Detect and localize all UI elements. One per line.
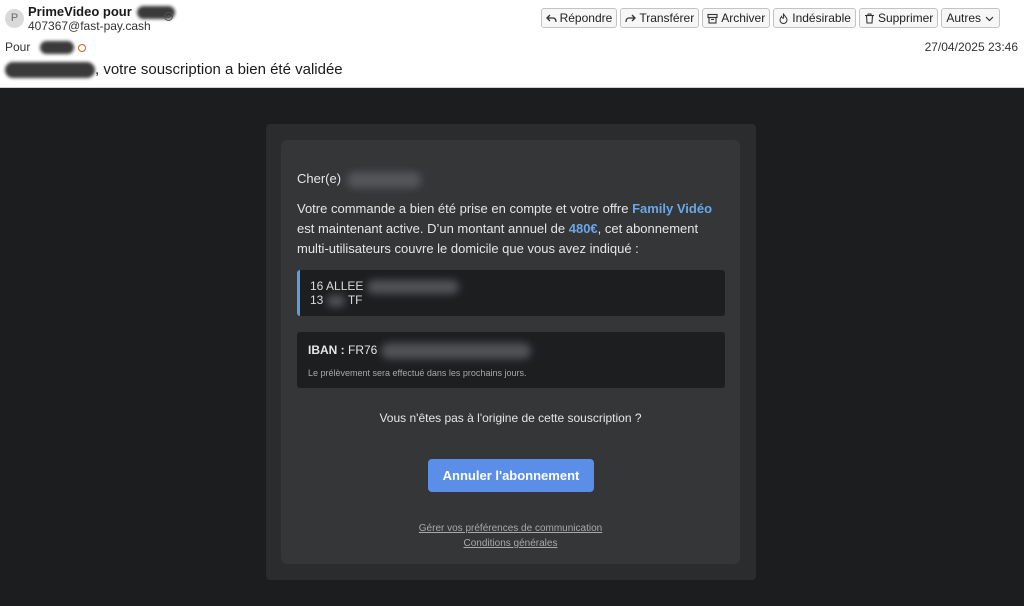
forward-label: Transférer <box>639 11 695 25</box>
address-street: 16 ALLEE <box>310 279 364 294</box>
forward-icon <box>625 13 637 24</box>
terms-link[interactable]: Conditions générales <box>281 538 740 549</box>
cancel-subscription-button[interactable]: Annuler l'abonnement <box>428 459 594 492</box>
subject-text: , votre souscription a bien été validée <box>95 61 343 78</box>
sender-avatar: P <box>5 9 24 28</box>
flame-icon <box>778 12 789 24</box>
paragraph-text-2: est maintenant active. D’un montant annu… <box>297 221 569 236</box>
delete-label: Supprimer <box>877 11 934 25</box>
redacted-recipient[interactable] <box>39 41 74 55</box>
paragraph-text-1: Votre commande a bien été prise en compt… <box>297 201 633 216</box>
iban-box: IBAN : FR76 Le prélèvement sera effectué… <box>297 332 725 388</box>
redacted-postcode <box>326 294 345 307</box>
redacted-customer-name <box>346 171 421 188</box>
offer-name: Family Vidéo <box>632 201 713 216</box>
greeting: Cher(e) <box>297 171 421 188</box>
more-button[interactable]: Autres <box>941 8 1000 28</box>
redacted-subject-name <box>5 62 95 79</box>
address-city: TF <box>347 293 363 307</box>
address-postcode: 13 <box>310 293 324 307</box>
redacted-address <box>366 280 459 294</box>
message-header: P PrimeVideo pour 407367@fast-pay.cash P… <box>0 0 1024 88</box>
address-line-2: 13 TF <box>310 294 715 307</box>
communication-preferences-link[interactable]: Gérer vos préférences de communication <box>281 523 740 534</box>
sender-name[interactable]: PrimeVideo pour <box>28 4 176 20</box>
delete-button[interactable]: Supprimer <box>858 8 939 28</box>
annual-amount: 480€ <box>568 221 598 236</box>
greeting-text: Cher(e) <box>297 171 342 186</box>
junk-button[interactable]: Indésirable <box>773 8 856 28</box>
archive-icon <box>707 13 718 24</box>
sender-name-text: PrimeVideo pour <box>28 4 132 19</box>
sender-email[interactable]: 407367@fast-pay.cash <box>28 19 151 33</box>
address-line-1: 16 ALLEE <box>310 280 715 294</box>
address-box: 16 ALLEE 13 TF <box>297 270 725 316</box>
recipient-status-icon <box>78 43 87 52</box>
iban-prefix: FR76 <box>348 343 378 358</box>
trash-icon <box>864 13 875 24</box>
more-label: Autres <box>946 11 981 25</box>
chevron-down-icon <box>984 13 995 24</box>
recipient-line: Pour <box>5 40 87 55</box>
confirmation-paragraph: Votre commande a bien été prise en compt… <box>297 199 727 259</box>
to-label: Pour <box>5 40 31 54</box>
redacted-iban <box>380 343 531 359</box>
archive-button[interactable]: Archiver <box>702 8 771 28</box>
iban-note: Le prélèvement sera effectué dans les pr… <box>308 368 527 378</box>
junk-label: Indésirable <box>792 11 851 25</box>
reply-icon <box>545 13 557 24</box>
iban-line: IBAN : FR76 <box>308 343 714 359</box>
not-you-question: Vous n'êtes pas à l'origine de cette sou… <box>379 411 642 425</box>
forward-button[interactable]: Transférer <box>620 8 700 28</box>
iban-label: IBAN : <box>308 343 345 358</box>
message-subject: , votre souscription a bien été validée <box>5 61 343 79</box>
reply-label: Répondre <box>559 11 613 25</box>
archive-label: Archiver <box>721 11 766 25</box>
message-toolbar: Répondre Transférer Archiver Indésirable… <box>540 8 1000 28</box>
reply-button[interactable]: Répondre <box>540 8 618 28</box>
add-contact-icon[interactable] <box>164 12 173 21</box>
message-date: 27/04/2025 23:46 <box>924 40 1018 54</box>
